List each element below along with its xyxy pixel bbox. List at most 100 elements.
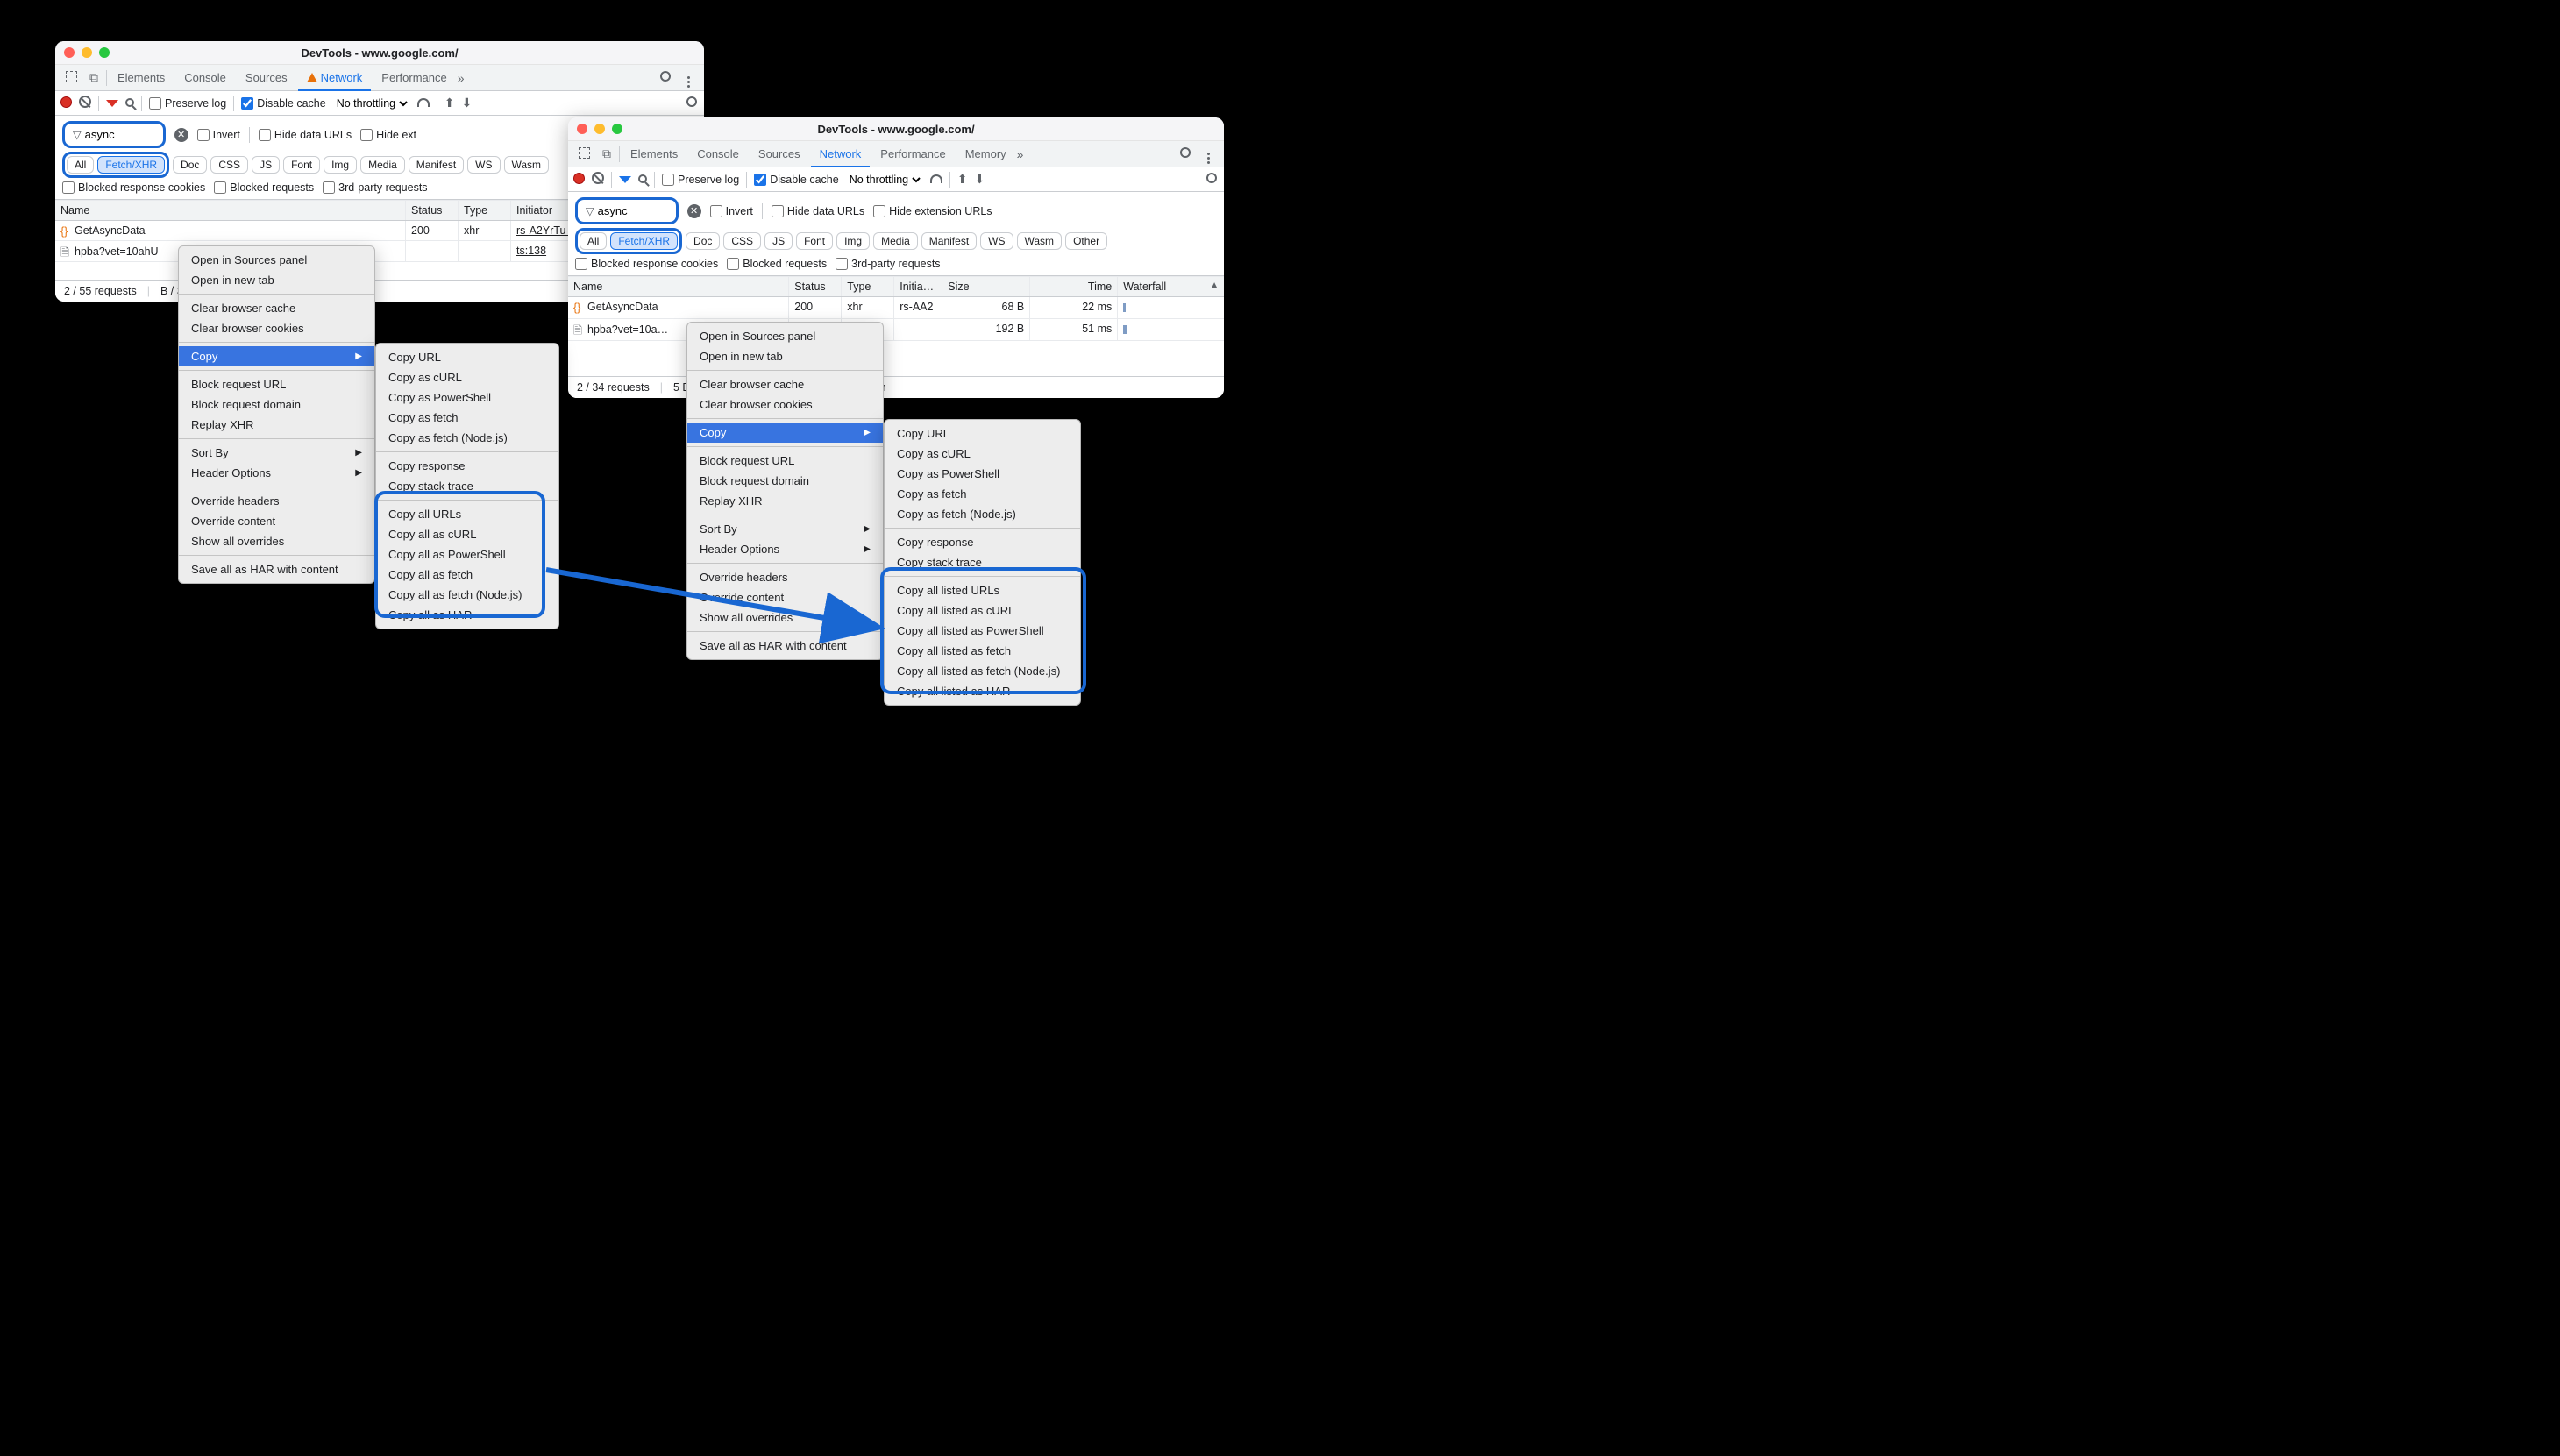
menu-show-overrides[interactable]: Show all overrides bbox=[687, 607, 883, 628]
clear-icon[interactable] bbox=[592, 172, 604, 187]
device-icon[interactable]: ⧉ bbox=[83, 70, 104, 85]
menu-open-new-tab[interactable]: Open in new tab bbox=[179, 270, 374, 290]
chip-font[interactable]: Font bbox=[796, 232, 833, 250]
menu-override-content[interactable]: Override content bbox=[687, 587, 883, 607]
menu-copy-all-urls[interactable]: Copy all URLs bbox=[376, 504, 558, 524]
blocked-cookies-checkbox[interactable]: Blocked response cookies bbox=[575, 258, 718, 270]
menu-block-domain[interactable]: Block request domain bbox=[179, 394, 374, 415]
tab-elements[interactable]: Elements bbox=[109, 66, 174, 89]
close-icon[interactable] bbox=[64, 47, 75, 58]
chip-css[interactable]: CSS bbox=[210, 156, 248, 174]
chip-img[interactable]: Img bbox=[324, 156, 357, 174]
clear-filter-icon[interactable]: ✕ bbox=[687, 204, 701, 218]
network-conditions-icon[interactable] bbox=[417, 97, 430, 110]
close-icon[interactable] bbox=[577, 124, 587, 134]
more-tabs-icon[interactable]: » bbox=[1017, 147, 1024, 161]
menu-copy-powershell[interactable]: Copy as PowerShell bbox=[376, 387, 558, 408]
search-icon[interactable] bbox=[638, 174, 647, 186]
menu-copy-powershell[interactable]: Copy as PowerShell bbox=[885, 464, 1080, 484]
menu-replay-xhr[interactable]: Replay XHR bbox=[687, 491, 883, 511]
menu-copy-all-listed-fetch[interactable]: Copy all listed as fetch bbox=[885, 641, 1080, 661]
col-status[interactable]: Status bbox=[789, 277, 842, 296]
chip-media[interactable]: Media bbox=[360, 156, 405, 174]
menu-copy-fetch-node[interactable]: Copy as fetch (Node.js) bbox=[885, 504, 1080, 524]
menu-copy-all-listed-urls[interactable]: Copy all listed URLs bbox=[885, 580, 1080, 600]
filter-toggle-icon[interactable] bbox=[619, 174, 631, 186]
chip-js[interactable]: JS bbox=[252, 156, 280, 174]
menu-clear-cookies[interactable]: Clear browser cookies bbox=[687, 394, 883, 415]
chip-ws[interactable]: WS bbox=[467, 156, 500, 174]
third-party-checkbox[interactable]: 3rd-party requests bbox=[836, 258, 940, 270]
menu-copy[interactable]: Copy▶ bbox=[179, 346, 374, 366]
menu-clear-cache[interactable]: Clear browser cache bbox=[179, 298, 374, 318]
menu-save-har[interactable]: Save all as HAR with content bbox=[687, 636, 883, 656]
menu-copy-url[interactable]: Copy URL bbox=[376, 347, 558, 367]
record-icon[interactable] bbox=[60, 96, 72, 110]
tab-console[interactable]: Console bbox=[175, 66, 235, 89]
table-row[interactable]: {}GetAsyncData 200 xhr rs-AA2 68 B 22 ms bbox=[568, 297, 1224, 319]
menu-show-overrides[interactable]: Show all overrides bbox=[179, 531, 374, 551]
col-time[interactable]: Time bbox=[1030, 277, 1118, 296]
col-initiator[interactable]: Initia… bbox=[894, 277, 942, 296]
network-conditions-icon[interactable] bbox=[930, 174, 942, 186]
preserve-log-checkbox[interactable]: Preserve log bbox=[149, 97, 226, 110]
chip-js[interactable]: JS bbox=[764, 232, 793, 250]
chip-css[interactable]: CSS bbox=[723, 232, 761, 250]
menu-copy-stack[interactable]: Copy stack trace bbox=[376, 476, 558, 496]
clear-filter-icon[interactable]: ✕ bbox=[174, 128, 188, 142]
menu-block-domain[interactable]: Block request domain bbox=[687, 471, 883, 491]
menu-copy-curl[interactable]: Copy as cURL bbox=[885, 444, 1080, 464]
chip-fetch-xhr[interactable]: Fetch/XHR bbox=[97, 156, 165, 174]
menu-sort-by[interactable]: Sort By▶ bbox=[179, 443, 374, 463]
menu-copy-all-har[interactable]: Copy all as HAR bbox=[376, 605, 558, 625]
menu-copy-fetch[interactable]: Copy as fetch bbox=[376, 408, 558, 428]
menu-override-content[interactable]: Override content bbox=[179, 511, 374, 531]
menu-copy-response[interactable]: Copy response bbox=[376, 456, 558, 476]
menu-open-new-tab[interactable]: Open in new tab bbox=[687, 346, 883, 366]
tab-sources[interactable]: Sources bbox=[237, 66, 296, 89]
throttling-select[interactable]: No throttling bbox=[333, 96, 410, 110]
inspect-icon[interactable] bbox=[573, 147, 594, 161]
tab-console[interactable]: Console bbox=[688, 142, 748, 166]
filter-toggle-icon[interactable] bbox=[106, 97, 118, 110]
menu-copy-all-curl[interactable]: Copy all as cURL bbox=[376, 524, 558, 544]
menu-clear-cache[interactable]: Clear browser cache bbox=[687, 374, 883, 394]
menu-copy-all-listed-curl[interactable]: Copy all listed as cURL bbox=[885, 600, 1080, 621]
chip-all[interactable]: All bbox=[580, 232, 607, 250]
tab-memory[interactable]: Memory bbox=[956, 142, 1015, 166]
menu-copy-all-listed-fetch-node[interactable]: Copy all listed as fetch (Node.js) bbox=[885, 661, 1080, 681]
titlebar[interactable]: DevTools - www.google.com/ bbox=[568, 117, 1224, 141]
menu-block-url[interactable]: Block request URL bbox=[179, 374, 374, 394]
kebab-icon[interactable] bbox=[678, 67, 699, 88]
tab-performance[interactable]: Performance bbox=[871, 142, 954, 166]
hide-data-urls-checkbox[interactable]: Hide data URLs bbox=[772, 205, 864, 217]
chip-doc[interactable]: Doc bbox=[173, 156, 207, 174]
chip-other[interactable]: Other bbox=[1065, 232, 1107, 250]
chip-wasm[interactable]: Wasm bbox=[1017, 232, 1063, 250]
hide-ext-urls-checkbox[interactable]: Hide ext bbox=[360, 129, 416, 141]
disable-cache-checkbox[interactable]: Disable cache bbox=[241, 97, 326, 110]
kebab-icon[interactable] bbox=[1198, 144, 1219, 164]
menu-save-har[interactable]: Save all as HAR with content bbox=[179, 559, 374, 579]
chip-font[interactable]: Font bbox=[283, 156, 320, 174]
menu-open-sources[interactable]: Open in Sources panel bbox=[179, 250, 374, 270]
upload-icon[interactable]: ⬆ bbox=[444, 96, 455, 110]
menu-replay-xhr[interactable]: Replay XHR bbox=[179, 415, 374, 435]
minimize-icon[interactable] bbox=[82, 47, 92, 58]
settings-icon[interactable] bbox=[685, 95, 699, 111]
menu-copy-all-listed-har[interactable]: Copy all listed as HAR bbox=[885, 681, 1080, 701]
menu-copy-fetch-node[interactable]: Copy as fetch (Node.js) bbox=[376, 428, 558, 448]
menu-copy-all-listed-powershell[interactable]: Copy all listed as PowerShell bbox=[885, 621, 1080, 641]
disable-cache-checkbox[interactable]: Disable cache bbox=[754, 174, 839, 186]
chip-media[interactable]: Media bbox=[873, 232, 918, 250]
menu-override-headers[interactable]: Override headers bbox=[687, 567, 883, 587]
blocked-requests-checkbox[interactable]: Blocked requests bbox=[727, 258, 827, 270]
col-type[interactable]: Type bbox=[459, 201, 511, 220]
throttling-select[interactable]: No throttling bbox=[846, 173, 923, 187]
download-icon[interactable]: ⬇ bbox=[461, 96, 472, 110]
minimize-icon[interactable] bbox=[594, 124, 605, 134]
menu-clear-cookies[interactable]: Clear browser cookies bbox=[179, 318, 374, 338]
col-name[interactable]: Name bbox=[568, 277, 789, 296]
chip-manifest[interactable]: Manifest bbox=[921, 232, 977, 250]
menu-copy-all-fetch[interactable]: Copy all as fetch bbox=[376, 565, 558, 585]
